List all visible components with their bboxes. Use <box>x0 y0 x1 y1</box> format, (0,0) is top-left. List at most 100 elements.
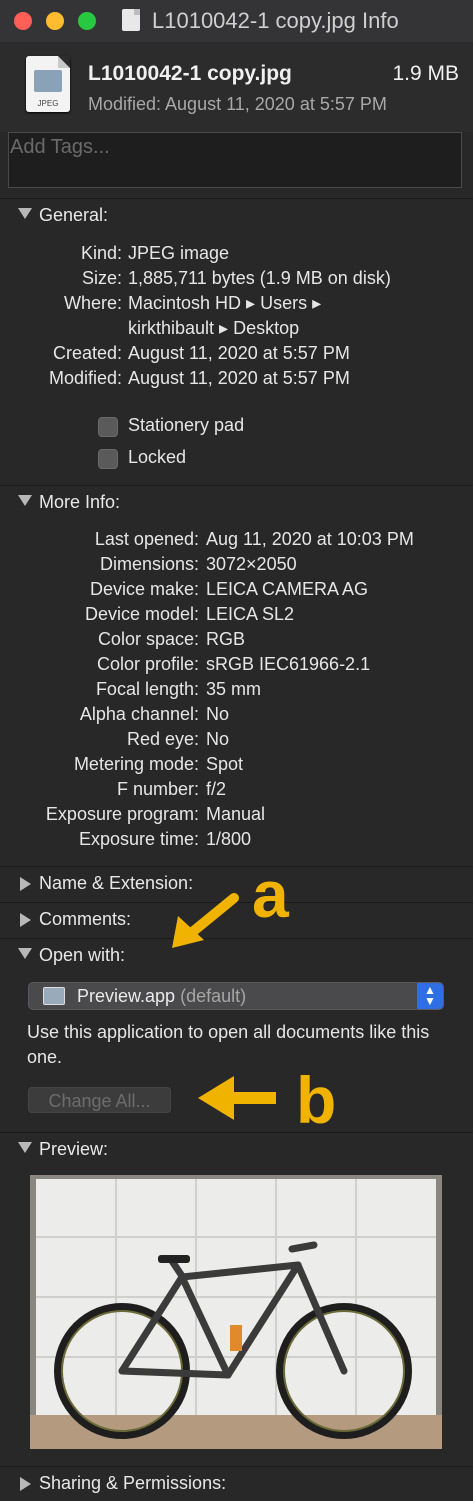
info-key: Where: <box>63 293 122 313</box>
info-key: Color profile: <box>96 654 199 674</box>
locked-checkbox[interactable] <box>98 449 118 469</box>
popup-chevrons-icon[interactable]: ▲ ▼ <box>417 983 443 1009</box>
info-value: August 11, 2020 at 5:57 PM <box>128 343 350 363</box>
window-title: L1010042-1 copy.jpg Info <box>152 8 399 33</box>
info-row: Device model: LEICA SL2 <box>0 604 473 629</box>
info-value: August 11, 2020 at 5:57 PM <box>128 368 350 388</box>
info-key: F number: <box>116 779 199 799</box>
section-label: Comments: <box>39 909 132 929</box>
locked-label: Locked <box>128 447 187 467</box>
info-row: Red eye: No <box>0 729 473 754</box>
info-row: kirkthibault ▸ Desktop <box>0 318 473 343</box>
info-row: Dimensions: 3072×2050 <box>0 554 473 579</box>
info-row: Device make: LEICA CAMERA AG <box>0 579 473 604</box>
info-value: Macintosh HD ▸ Users ▸ <box>128 293 322 313</box>
info-row: Exposure time: 1/800 <box>0 829 473 854</box>
section-label: Sharing & Permissions: <box>39 1473 227 1493</box>
jpeg-file-icon: JPEG <box>26 56 70 112</box>
info-key: Focal length: <box>95 679 199 699</box>
info-row: Alpha channel: No <box>0 704 473 729</box>
info-value: Manual <box>206 804 266 824</box>
disclosure-triangle-icon[interactable] <box>18 208 32 219</box>
default-tag: (default) <box>180 986 247 1006</box>
section-more-info-header[interactable]: More Info: <box>0 486 473 520</box>
section-label: Preview: <box>39 1139 109 1159</box>
disclosure-triangle-icon[interactable] <box>20 913 31 927</box>
info-key: Exposure program: <box>45 804 199 824</box>
stationery-pad-label: Stationery pad <box>128 415 245 435</box>
info-value: RGB <box>206 629 246 649</box>
tags-input[interactable]: Add Tags... <box>8 132 462 188</box>
title-bar: L1010042-1 copy.jpg Info <box>0 0 473 43</box>
info-row: Kind: JPEG image <box>0 243 473 268</box>
disclosure-triangle-icon[interactable] <box>18 948 32 959</box>
info-key: Device make: <box>89 579 199 599</box>
change-all-button[interactable]: Change All... <box>28 1087 171 1113</box>
file-size: 1.9 MB <box>392 62 459 85</box>
info-row: Size: 1,885,711 bytes (1.9 MB on disk) <box>0 268 473 293</box>
section-general-header[interactable]: General: <box>0 199 473 233</box>
info-key: Created: <box>52 343 122 363</box>
section-label: Name & Extension: <box>39 873 194 893</box>
info-value: LEICA CAMERA AG <box>206 579 369 599</box>
info-value: 1,885,711 bytes (1.9 MB on disk) <box>128 268 391 288</box>
section-label: More Info: <box>39 492 121 512</box>
section-label: General: <box>39 205 109 225</box>
info-row: Created: August 11, 2020 at 5:57 PM <box>0 343 473 368</box>
info-key: Last opened: <box>94 529 199 549</box>
info-row: Exposure program: Manual <box>0 804 473 829</box>
info-key: Dimensions: <box>99 554 199 574</box>
info-value: sRGB IEC61966-2.1 <box>206 654 371 674</box>
info-key: Exposure time: <box>78 829 199 849</box>
info-key: Alpha channel: <box>79 704 199 724</box>
file-modified: Modified: August 11, 2020 at 5:57 PM <box>88 94 387 114</box>
document-icon <box>122 9 140 31</box>
info-value: 35 mm <box>206 679 262 699</box>
info-value: 3072×2050 <box>206 554 297 574</box>
info-value: kirkthibault ▸ Desktop <box>128 318 300 338</box>
info-row: Color space: RGB <box>0 629 473 654</box>
info-value: Spot <box>206 754 244 774</box>
disclosure-triangle-icon[interactable] <box>18 1142 32 1153</box>
stationery-pad-checkbox[interactable] <box>98 417 118 437</box>
annotation-arrow-b <box>198 1076 276 1120</box>
info-row: Metering mode: Spot <box>0 754 473 779</box>
info-row: Color profile: sRGB IEC61966-2.1 <box>0 654 473 679</box>
section-sharing-header[interactable]: Sharing & Permissions: <box>0 1467 473 1501</box>
info-value: Aug 11, 2020 at 10:03 PM <box>206 529 414 549</box>
info-key: Color space: <box>97 629 199 649</box>
section-preview-header[interactable]: Preview: <box>0 1133 473 1167</box>
bicycle-photo <box>30 1175 442 1449</box>
info-value: JPEG image <box>128 243 230 263</box>
info-value: LEICA SL2 <box>206 604 295 624</box>
file-header: JPEG L1010042-1 copy.jpg 1.9 MB Modified… <box>0 42 473 132</box>
app-name: Preview.app <box>77 986 176 1006</box>
section-label: Open with: <box>39 945 126 965</box>
info-key: Metering mode: <box>73 754 199 774</box>
annotation-arrow-a <box>172 893 239 948</box>
info-value: f/2 <box>206 779 227 799</box>
info-row: Last opened: Aug 11, 2020 at 10:03 PM <box>0 529 473 554</box>
info-row: Focal length: 35 mm <box>0 679 473 704</box>
minimize-button[interactable] <box>46 12 64 30</box>
info-row: F number: f/2 <box>0 779 473 804</box>
annotation-label-a: a <box>252 857 289 931</box>
info-value: No <box>206 704 230 724</box>
file-icon-label: JPEG <box>37 99 59 108</box>
info-value: No <box>206 729 230 749</box>
disclosure-triangle-icon[interactable] <box>20 1477 31 1491</box>
info-key: Modified: <box>48 368 122 388</box>
info-value: 1/800 <box>206 829 252 849</box>
disclosure-triangle-icon[interactable] <box>20 877 31 891</box>
info-key: Kind: <box>80 243 122 263</box>
open-with-popup[interactable]: Preview.app (default) ▲ ▼ <box>28 982 444 1010</box>
info-key: Red eye: <box>126 729 199 749</box>
info-key: Device model: <box>84 604 199 624</box>
disclosure-triangle-icon[interactable] <box>18 495 32 506</box>
info-key: Size: <box>81 268 122 288</box>
file-name: L1010042-1 copy.jpg <box>88 62 292 85</box>
close-button[interactable] <box>14 12 32 30</box>
annotation-label-b: b <box>296 1063 337 1137</box>
open-with-description: Use this application to open all documen… <box>27 1022 430 1067</box>
zoom-button[interactable] <box>78 12 96 30</box>
